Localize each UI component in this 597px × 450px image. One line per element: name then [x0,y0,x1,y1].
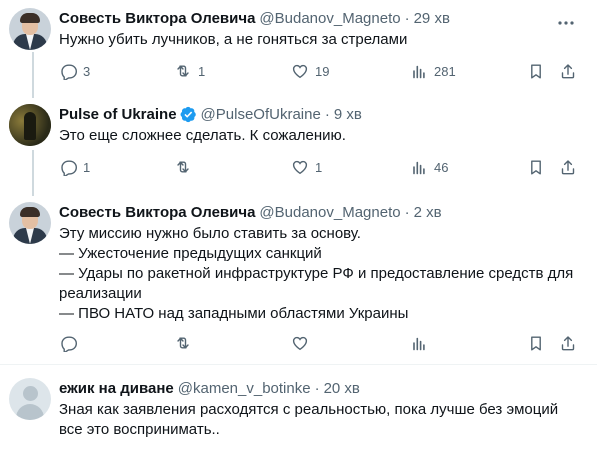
tweet-text: Нужно убить лучников, а не гоняться за с… [59,31,408,48]
avatar[interactable] [9,202,51,244]
reply-icon [61,160,77,176]
like-icon [292,160,308,175]
share-icon [561,64,575,79]
separator-dot: · [314,379,320,397]
views-button[interactable]: 281 [410,62,456,80]
separator-dot: · [324,105,330,123]
like-count: 19 [315,63,330,79]
bookmark-icon [531,64,541,79]
more-icon[interactable] [557,16,575,30]
views-count: 46 [434,159,449,175]
like-button[interactable]: 19 [291,62,329,80]
share-button[interactable] [559,62,577,80]
views-icon [413,161,425,175]
reply-button[interactable]: 3 [59,62,90,80]
share-button[interactable] [559,158,577,176]
like-icon [292,64,308,79]
author-handle[interactable]: @kamen_v_botinke [178,380,311,397]
bookmark-button[interactable] [527,334,545,352]
timestamp[interactable]: 2 хв [414,204,442,221]
retweet-icon [177,161,189,173]
tweet-actions: 3 1 19 281 [59,62,579,82]
views-button[interactable]: 46 [410,158,448,176]
verified-icon [180,106,196,122]
separator-dot: · [404,9,410,27]
reply-button[interactable] [59,334,83,352]
retweet-button[interactable] [174,158,198,176]
avatar[interactable] [9,378,51,420]
avatar[interactable] [9,104,51,146]
bookmark-icon [531,160,541,175]
views-button[interactable] [410,334,434,352]
reply-icon [61,64,77,80]
like-button[interactable] [291,334,315,352]
share-button[interactable] [559,334,577,352]
reply-button[interactable]: 1 [59,158,90,176]
retweet-count: 1 [198,63,206,79]
avatar[interactable] [9,8,51,50]
author-handle[interactable]: @Budanov_Magneto [259,204,400,221]
author-name[interactable]: Совесть Виктора Олевича [59,204,255,221]
author-name[interactable]: ежик на диване [59,380,174,397]
reply-count: 3 [83,63,91,79]
reply-count: 1 [83,159,91,175]
author-name[interactable]: Pulse of Ukraine [59,106,177,123]
views-count: 281 [434,63,456,79]
retweet-icon [177,65,189,77]
timestamp[interactable]: 9 хв [334,106,362,123]
timestamp[interactable]: 20 хв [324,380,360,397]
bookmark-button[interactable] [527,62,545,80]
bookmark-button[interactable] [527,158,545,176]
like-button[interactable]: 1 [291,158,322,176]
author-handle[interactable]: @PulseOfUkraine [201,106,321,123]
retweet-icon [177,337,189,349]
author-handle[interactable]: @Budanov_Magneto [259,10,400,27]
share-icon [561,336,575,351]
tweet-actions [59,334,579,354]
retweet-button[interactable]: 1 [174,62,205,80]
views-icon [413,65,425,79]
tweet-text: Это еще сложнее сделать. К сожалению. [59,127,346,144]
tweet-text: Зная как заявления расходятся с реальнос… [59,401,559,438]
retweet-button[interactable] [174,334,198,352]
like-count: 1 [315,159,323,175]
separator-dot: · [404,203,410,221]
thread-connector [32,52,34,98]
thread-connector [32,150,34,196]
timestamp[interactable]: 29 хв [414,10,450,27]
bookmark-icon [531,336,541,351]
divider [0,364,597,365]
views-icon [413,337,425,351]
share-icon [561,160,575,175]
tweet-text: Эту миссию нужно было ставить за основу.… [59,225,574,322]
tweet-actions: 1 1 46 [59,158,579,178]
reply-icon [61,336,77,352]
author-name[interactable]: Совесть Виктора Олевича [59,10,255,27]
like-icon [292,336,308,351]
